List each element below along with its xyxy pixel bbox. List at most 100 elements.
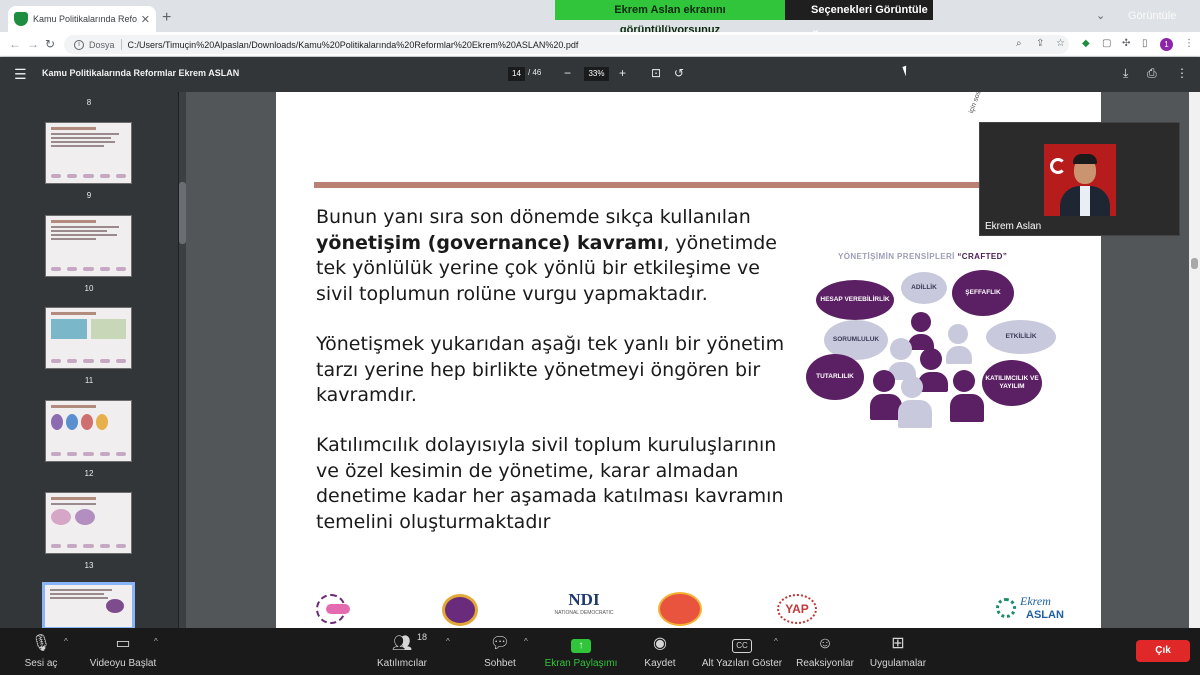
share-icon[interactable]: ⇪ [1036, 38, 1044, 49]
person-icon [898, 376, 932, 428]
yap-logo: YAP [762, 594, 832, 626]
browser-tab[interactable]: Kamu Politikalarında Reformlar E ✕ [8, 6, 156, 32]
participants-caret-icon[interactable]: ^ [446, 637, 450, 646]
thumbnail-page-number: 10 [84, 284, 94, 293]
viewport-scrollbar[interactable] [1189, 92, 1200, 628]
share-screen-button[interactable]: ↑ Ekran Paylaşımı [544, 633, 618, 669]
sidebar-scrollbar[interactable] [179, 92, 186, 628]
shield-icon [14, 12, 28, 26]
zoom-level-input[interactable]: 33% [584, 67, 609, 81]
audio-options-caret-icon[interactable]: ^ [64, 637, 68, 646]
fit-page-icon[interactable]: ⊡ [651, 66, 661, 80]
thumbnail-page[interactable] [45, 400, 132, 462]
share-message: Ekrem Aslan ekranını görüntülüyorsunuz [555, 0, 785, 36]
info-icon[interactable]: i [74, 39, 84, 50]
chat-label: Sohbet [484, 658, 516, 669]
start-video-button[interactable]: ▭ Videoyu Başlat [88, 633, 158, 669]
rotate-icon[interactable]: ↺ [674, 66, 684, 80]
thumbnail-page[interactable] [45, 215, 132, 277]
unmute-button[interactable]: 🎙︎ Sesi aç [20, 633, 62, 669]
viewport-scroll-thumb[interactable] [1191, 258, 1198, 269]
extension-icon[interactable]: ▢ [1102, 38, 1111, 49]
presenter-name: Ekrem Aslan [985, 221, 1042, 232]
reload-icon[interactable]: ↻ [45, 37, 55, 51]
captions-caret-icon[interactable]: ^ [774, 637, 778, 646]
principle-accountability: HESAP VEREBİLİRLİK [816, 280, 894, 320]
zoom-in-icon[interactable]: + [619, 66, 626, 80]
record-button[interactable]: ◉ Kaydet [640, 633, 680, 669]
ekrem-logo-text: Ekrem [1020, 594, 1051, 608]
diagram-title: YÖNETİŞİMİN PRENSİPLERİ “CRAFTED” [838, 252, 1007, 261]
chat-bubble-icon: 💬︎ [489, 635, 511, 652]
paragraph-governance: Bunun yanı sıra son dönemde sıkça kullan… [316, 205, 796, 307]
thumbnail-page[interactable] [45, 492, 132, 554]
address-scheme-label: Dosya [89, 39, 115, 50]
puzzle-icon[interactable]: ✣ [1122, 38, 1130, 49]
thumbnail-page-current[interactable] [42, 582, 135, 630]
view-options-button[interactable]: Seçenekleri Görüntüle ⌄ [785, 0, 933, 36]
presenter-avatar [1044, 144, 1116, 216]
paragraph1-bold: yönetişim (governance) kavramı [316, 231, 664, 254]
thumbnail-page[interactable] [45, 307, 132, 369]
leave-button[interactable]: Çık [1136, 640, 1190, 662]
principle-transparency: ŞEFFAFLIK [952, 270, 1014, 316]
paragraph-participation: Katılımcılık dolayısıyla sivil toplum ku… [316, 434, 784, 533]
more-options-icon[interactable]: ⋮ [1176, 66, 1188, 80]
close-tab-icon[interactable]: ✕ [141, 13, 150, 26]
paragraph-governing: Yönetişmek yukarıdan aşağı tek yanlı bir… [316, 333, 785, 406]
sidepanel-icon[interactable]: ▯ [1142, 38, 1148, 49]
reactions-button[interactable]: ☺ Reaksiyonlar [794, 633, 856, 669]
muted-microphone-icon: 🎙︎ [30, 635, 52, 652]
person-icon [870, 370, 902, 420]
yap-wordmark: YAP [777, 594, 817, 624]
ndi-wordmark: NDI [568, 590, 600, 609]
meeting-controls: 🎙︎ Sesi aç ^ ▭ Videoyu Başlat ^ 👥︎ Katıl… [0, 628, 1200, 675]
principle-participation: KATILIMCILIK VE YAYILIM [982, 360, 1042, 406]
omnibox[interactable]: i Dosya C:/Users/Timuçin%20Alpaslan/Down… [64, 35, 1069, 54]
url-text: C:/Users/Timuçin%20Alpaslan/Downloads/Ka… [127, 39, 579, 50]
back-icon[interactable]: ← [9, 37, 21, 51]
extension-shield-icon[interactable]: ◆ [1082, 38, 1090, 49]
thumbnail-page-number: 11 [84, 376, 94, 385]
tab-title: Kamu Politikalarında Reformlar E [32, 14, 137, 24]
chat-caret-icon[interactable]: ^ [524, 637, 528, 646]
unmute-label: Sesi aç [24, 658, 58, 669]
stamp-text: için sosyal [968, 92, 986, 115]
thumbnail-page-number: 12 [84, 469, 94, 478]
presenter-video[interactable]: Ekrem Aslan [979, 122, 1180, 236]
thumbnail-page-number: 13 [84, 561, 94, 570]
participants-label: Katılımcılar [376, 658, 427, 669]
sidebar-scroll-thumb[interactable] [179, 182, 186, 244]
menu-dots-icon[interactable]: ⋮ [1184, 38, 1194, 49]
chat-button[interactable]: 💬︎ Sohbet [480, 633, 520, 669]
person-icon [950, 370, 984, 422]
thumbnail-sidebar: 8 9 10 11 12 13 [0, 92, 178, 630]
forward-icon[interactable]: → [27, 37, 39, 51]
apps-label: Uygulamalar [869, 658, 927, 669]
women-association-logo [442, 594, 478, 626]
paragraph1-start: Bunun yanı sıra son dönemde sıkça kullan… [316, 206, 751, 228]
download-icon[interactable]: ⤓ [1123, 66, 1128, 81]
thumbnail-page-number: 9 [86, 191, 92, 200]
thumbnail-page[interactable] [45, 122, 132, 184]
closed-captions-icon: CC [700, 633, 784, 655]
hamburger-menu-icon[interactable]: ☰ [14, 66, 27, 83]
emoji-icon: ☺ [816, 635, 834, 652]
bookmark-star-icon[interactable]: ☆ [1056, 38, 1065, 49]
video-options-caret-icon[interactable]: ^ [154, 637, 158, 646]
zoom-lens-icon[interactable]: ⌕ [1016, 38, 1022, 49]
captions-button[interactable]: CC Alt Yazıları Göster [700, 633, 784, 669]
reactions-label: Reaksiyonlar [796, 658, 854, 669]
divider [120, 39, 122, 50]
print-icon[interactable]: ⎙ [1147, 66, 1157, 81]
apps-button[interactable]: ⊞ Uygulamalar [866, 633, 930, 669]
chevron-down-icon[interactable]: ⌄ [1096, 9, 1105, 22]
diagram-title-text: YÖNETİŞİMİN PRENSİPLERİ [838, 252, 955, 261]
leaf-icon [996, 598, 1016, 618]
profile-avatar[interactable]: 1 [1160, 38, 1173, 51]
ekrem-aslan-logo: Ekrem ASLAN [996, 592, 1076, 626]
zoom-out-icon[interactable]: − [564, 66, 571, 80]
page-number-input[interactable]: 14 [508, 67, 525, 81]
new-tab-icon[interactable]: + [162, 10, 171, 26]
video-off-icon: ▭ [115, 635, 131, 652]
